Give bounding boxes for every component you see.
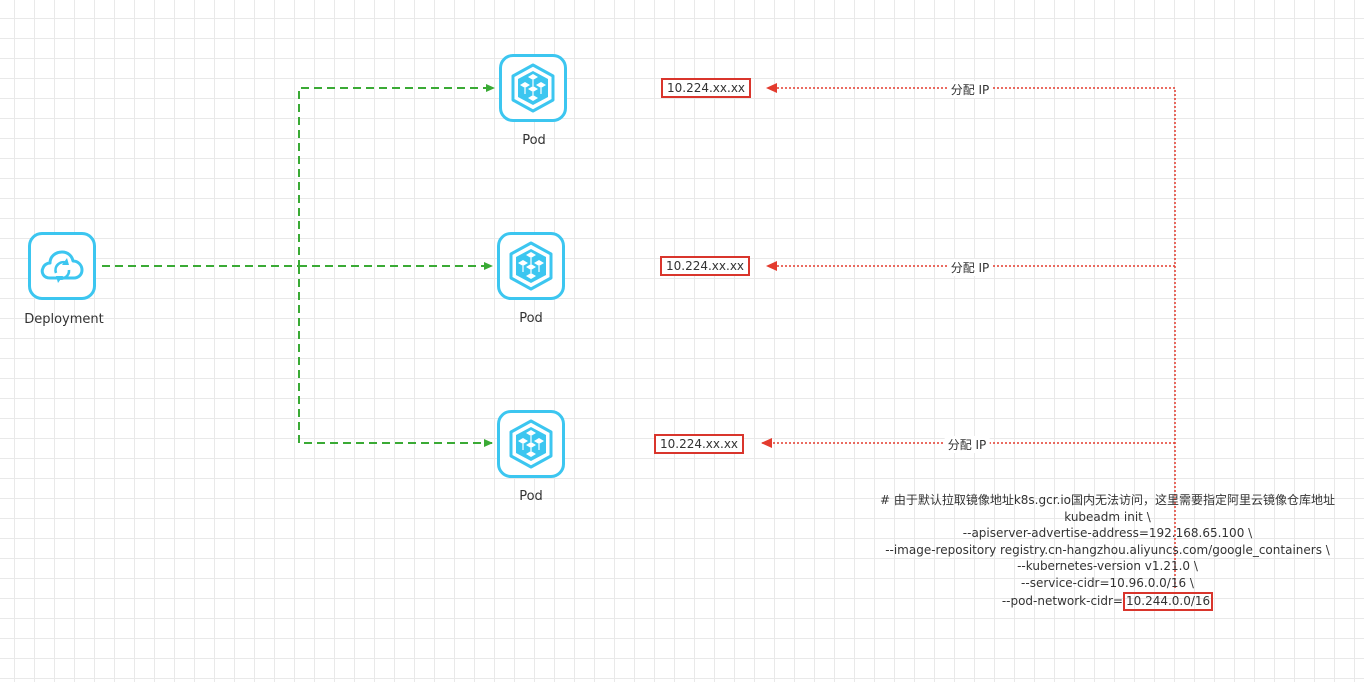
pod-ip-box-2[interactable]: 10.224.xx.xx <box>660 256 751 276</box>
cloud-sync-icon <box>40 250 84 283</box>
assign-ip-label-2: 分配 IP <box>947 259 993 276</box>
pod-label-1: Pod <box>522 133 546 148</box>
cube-cluster-icon <box>509 241 553 291</box>
command-comment: # 由于默认拉取镜像地址k8s.gcr.io国内无法访问，这里需要指定阿里云镜像… <box>879 493 1336 507</box>
command-line-init: kubeadm init \ <box>1064 509 1151 524</box>
command-line-image-repo: --image-repository registry.cn-hangzhou.… <box>885 542 1330 557</box>
kubeadm-command-block: # 由于默认拉取镜像地址k8s.gcr.io国内无法访问，这里需要指定阿里云镜像… <box>840 492 1364 611</box>
pod-node-3[interactable] <box>497 410 565 478</box>
deployment-to-pod-1-edge <box>102 84 495 267</box>
assign-ip-label-3: 分配 IP <box>944 436 990 453</box>
deployment-to-pod-3-edge <box>298 266 493 447</box>
deployment-label: Deployment <box>24 312 104 327</box>
deployment-node[interactable] <box>28 232 96 300</box>
pod-label-3: Pod <box>519 489 543 504</box>
pod-cidr-highlight: 10.244.0.0/16 <box>1122 591 1214 611</box>
command-line-k8s-version: --kubernetes-version v1.21.0 \ <box>1017 559 1198 574</box>
cube-cluster-icon <box>509 419 553 469</box>
cube-cluster-icon <box>511 63 555 113</box>
command-line-service-cidr: --service-cidr=10.96.0.0/16 \ <box>1021 575 1194 590</box>
deployment-edges <box>102 84 495 447</box>
pod-cidr-prefix: --pod-network-cidr= <box>1001 593 1123 608</box>
pod-node-2[interactable] <box>497 232 565 300</box>
pod-ip-box-3[interactable]: 10.224.xx.xx <box>654 434 745 454</box>
pod-label-2: Pod <box>519 311 543 326</box>
pod-ip-box-1[interactable]: 10.224.xx.xx <box>661 78 752 98</box>
command-line-pod-cidr: --pod-network-cidr= 10.244.0.0/16 <box>840 591 1364 611</box>
command-line-apiserver: --apiserver-advertise-address=192.168.65… <box>962 526 1253 541</box>
pod-node-1[interactable] <box>499 54 567 122</box>
assign-ip-label-1: 分配 IP <box>947 81 993 98</box>
